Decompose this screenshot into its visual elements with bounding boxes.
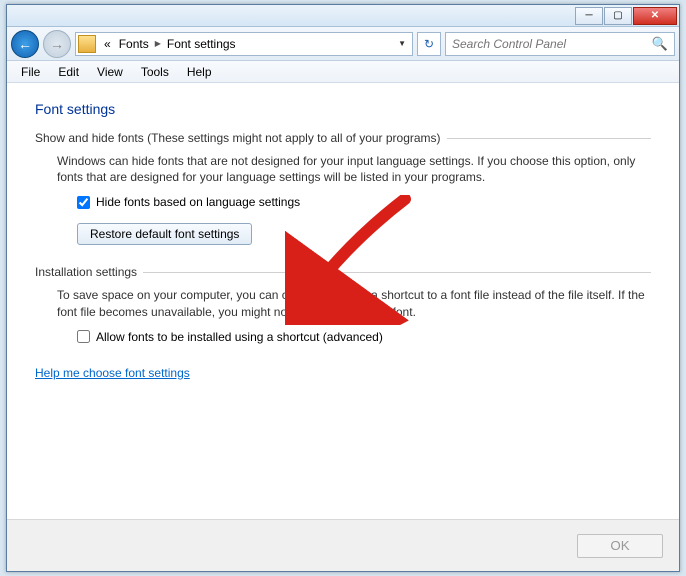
menu-edit[interactable]: Edit bbox=[50, 63, 87, 81]
help-link[interactable]: Help me choose font settings bbox=[35, 366, 190, 380]
refresh-button[interactable]: ↻ bbox=[417, 32, 441, 56]
minimize-button[interactable]: ─ bbox=[575, 7, 603, 25]
address-dropdown-icon[interactable]: ▼ bbox=[394, 39, 410, 48]
close-button[interactable]: ✕ bbox=[633, 7, 677, 25]
footer: OK bbox=[7, 519, 679, 571]
search-icon[interactable]: 🔍 bbox=[652, 36, 668, 52]
divider bbox=[447, 138, 651, 139]
search-box[interactable]: 🔍 bbox=[445, 32, 675, 56]
shortcut-checkbox[interactable] bbox=[77, 330, 90, 343]
back-button[interactable]: ← bbox=[11, 30, 39, 58]
menu-tools[interactable]: Tools bbox=[133, 63, 177, 81]
page-title: Font settings bbox=[35, 101, 651, 117]
hide-fonts-checkbox[interactable] bbox=[77, 196, 90, 209]
show-hide-description: Windows can hide fonts that are not desi… bbox=[57, 153, 651, 185]
hide-fonts-row: Hide fonts based on language settings bbox=[77, 195, 651, 209]
restore-default-button[interactable]: Restore default font settings bbox=[77, 223, 252, 245]
content-area: Font settings Show and hide fonts (These… bbox=[7, 83, 679, 519]
titlebar: ─ ▢ ✕ bbox=[7, 5, 679, 27]
breadcrumb-prefix: « bbox=[100, 37, 115, 51]
folder-icon bbox=[78, 35, 96, 53]
menu-view[interactable]: View bbox=[89, 63, 131, 81]
hide-fonts-label[interactable]: Hide fonts based on language settings bbox=[96, 195, 300, 209]
address-bar[interactable]: « Fonts ▶ Font settings ▼ bbox=[75, 32, 413, 56]
navbar: ← → « Fonts ▶ Font settings ▼ ↻ 🔍 bbox=[7, 27, 679, 61]
installation-description: To save space on your computer, you can … bbox=[57, 287, 651, 319]
installation-group-text: Installation settings bbox=[35, 265, 137, 279]
menu-help[interactable]: Help bbox=[179, 63, 220, 81]
breadcrumb-font-settings[interactable]: Font settings bbox=[163, 37, 240, 51]
menubar: File Edit View Tools Help bbox=[7, 61, 679, 83]
installation-group-label: Installation settings bbox=[35, 265, 651, 279]
window: ─ ▢ ✕ ← → « Fonts ▶ Font settings ▼ ↻ 🔍 … bbox=[6, 4, 680, 572]
show-hide-group-label: Show and hide fonts (These settings migh… bbox=[35, 131, 651, 145]
shortcut-row: Allow fonts to be installed using a shor… bbox=[77, 330, 651, 344]
show-hide-group-text: Show and hide fonts (These settings migh… bbox=[35, 131, 441, 145]
maximize-button[interactable]: ▢ bbox=[604, 7, 632, 25]
breadcrumb-fonts[interactable]: Fonts bbox=[115, 37, 153, 51]
menu-file[interactable]: File bbox=[13, 63, 48, 81]
chevron-right-icon[interactable]: ▶ bbox=[153, 39, 163, 48]
ok-button[interactable]: OK bbox=[577, 534, 663, 558]
search-input[interactable] bbox=[452, 37, 652, 51]
divider bbox=[143, 272, 651, 273]
shortcut-label[interactable]: Allow fonts to be installed using a shor… bbox=[96, 330, 383, 344]
forward-button[interactable]: → bbox=[43, 30, 71, 58]
